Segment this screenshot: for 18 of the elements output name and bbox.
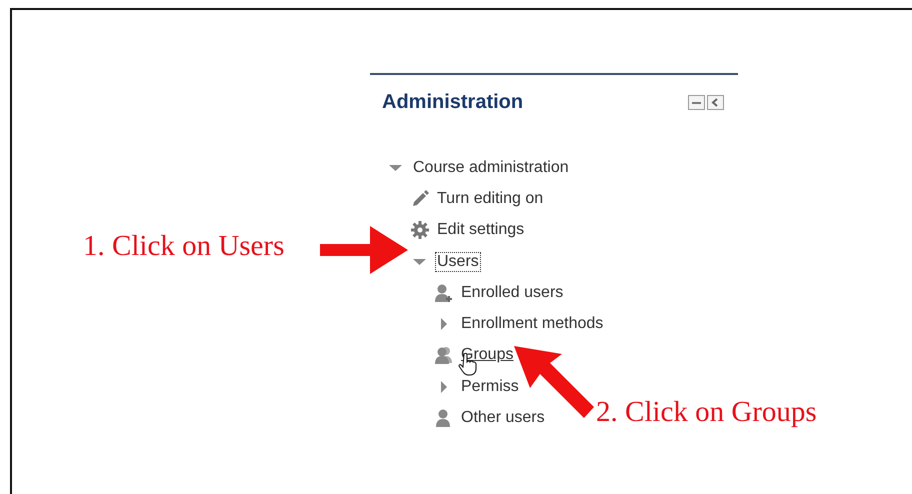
user-add-icon — [434, 282, 454, 303]
block-title: Administration — [382, 91, 524, 114]
tree-item-link[interactable]: Course administration — [412, 158, 570, 177]
minimize-icon[interactable] — [688, 95, 705, 110]
pencil-icon — [410, 188, 430, 209]
tree-item-link[interactable]: Other users — [460, 409, 546, 428]
tree-item-link[interactable]: Enrolled users — [460, 284, 564, 302]
tree-item-link[interactable]: Edit settings — [436, 221, 526, 240]
tree-item-link[interactable]: Users — [436, 252, 480, 271]
annotation-text: 1. Click on Users — [83, 230, 284, 263]
tree-item-link[interactable]: Turn editing on — [436, 190, 544, 208]
tree-item-link[interactable]: Groups — [460, 346, 514, 364]
tree-item-link[interactable]: Permiss — [460, 378, 520, 396]
annotation-text: 2. Click on Groups — [596, 396, 817, 429]
group-icon — [434, 345, 454, 366]
gear-icon — [410, 220, 430, 240]
tree-item-link[interactable]: Enrollment methods — [460, 315, 604, 334]
dock-icon[interactable] — [707, 95, 724, 110]
